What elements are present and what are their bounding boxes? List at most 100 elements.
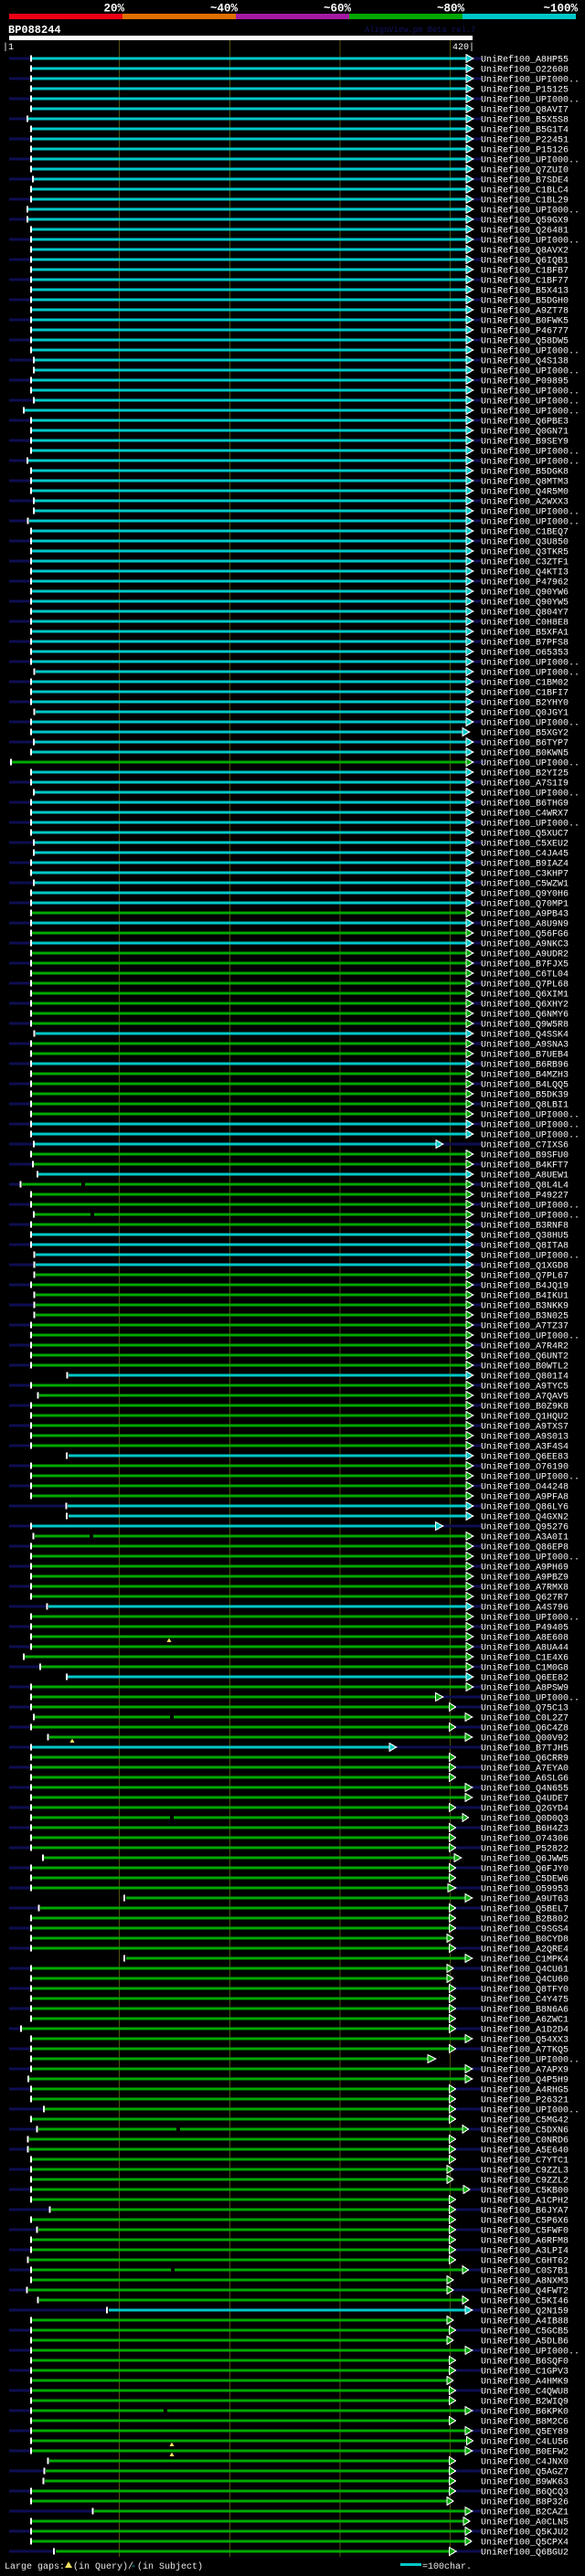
svg-text:UniRef100_O65353: UniRef100_O65353: [481, 648, 569, 659]
svg-text:UniRef100_A7TKQ5: UniRef100_A7TKQ5: [481, 2045, 569, 2056]
svg-text:(in Query)/: (in Query)/: [73, 2561, 133, 2572]
svg-text:UniRef100_Q3U850: UniRef100_Q3U850: [481, 537, 569, 548]
svg-text:UniRef100_B9SFU0: UniRef100_B9SFU0: [481, 1150, 569, 1161]
svg-text:UniRef100_UPI000..: UniRef100_UPI000..: [481, 1130, 580, 1141]
svg-text:UniRef100_B6SQF0: UniRef100_B6SQF0: [481, 2357, 569, 2368]
svg-text:UniRef100_B6RB96: UniRef100_B6RB96: [481, 1060, 569, 1071]
svg-text:UniRef100_A7QAV5: UniRef100_A7QAV5: [481, 1392, 569, 1403]
svg-text:UniRef100_B7UEB4: UniRef100_B7UEB4: [481, 1050, 569, 1061]
svg-text:UniRef100_UPI000..: UniRef100_UPI000..: [481, 95, 580, 106]
svg-text:UniRef100_C4JNX0: UniRef100_C4JNX0: [481, 2457, 569, 2468]
svg-text:UniRef100_Q59GX9: UniRef100_Q59GX9: [481, 216, 569, 227]
svg-text:UniRef100_Q6IQB1: UniRef100_Q6IQB1: [481, 256, 569, 267]
svg-text:UniRef100_A6ZWC1: UniRef100_A6ZWC1: [481, 2015, 569, 2026]
svg-text:UniRef100_Q6C4Z8: UniRef100_Q6C4Z8: [481, 1723, 569, 1734]
svg-text:UniRef100_B9SEY9: UniRef100_B9SEY9: [481, 437, 569, 448]
svg-text:UniRef100_P47962: UniRef100_P47962: [481, 578, 569, 588]
svg-text:~40%: ~40%: [210, 3, 239, 16]
svg-text:UniRef100_Q5XUC7: UniRef100_Q5XUC7: [481, 829, 569, 840]
svg-text:|1: |1: [3, 42, 14, 53]
svg-text:UniRef100_C5MG42: UniRef100_C5MG42: [481, 2115, 569, 2126]
svg-text:UniRef100_B6QCQ3: UniRef100_B6QCQ3: [481, 2487, 569, 2498]
svg-text:UniRef100_A4IB88: UniRef100_A4IB88: [481, 2316, 569, 2327]
svg-text:UniRef100_UPI000..: UniRef100_UPI000..: [481, 447, 580, 458]
svg-text:UniRef100_C3KHP7: UniRef100_C3KHP7: [481, 869, 569, 880]
svg-text:UniRef100_B5XGY2: UniRef100_B5XGY2: [481, 728, 569, 739]
svg-text:UniRef100_A7R4R2: UniRef100_A7R4R2: [481, 1341, 569, 1352]
svg-text:UniRef100_Q8LBI1: UniRef100_Q8LBI1: [481, 1100, 569, 1111]
svg-text:~80%: ~80%: [437, 3, 465, 16]
svg-text:UniRef100_UPI000..: UniRef100_UPI000..: [481, 1251, 580, 1262]
svg-text:UniRef100_Q90YW5: UniRef100_Q90YW5: [481, 598, 569, 609]
svg-text:UniRef100_UPI000..: UniRef100_UPI000..: [481, 2055, 580, 2066]
svg-text:UniRef100_B6THG9: UniRef100_B6THG9: [481, 799, 569, 810]
svg-text:UniRef100_Q5CPX4: UniRef100_Q5CPX4: [481, 2538, 569, 2549]
svg-text:UniRef100_B4IKU1: UniRef100_B4IKU1: [481, 1291, 569, 1302]
svg-text:UniRef100_C9ZZL2: UniRef100_C9ZZL2: [481, 2176, 569, 2187]
svg-text:UniRef100_B8N6A6: UniRef100_B8N6A6: [481, 2005, 569, 2016]
svg-text:UniRef100_B5X5S8: UniRef100_B5X5S8: [481, 115, 569, 126]
svg-text:UniRef100_C0L2Z7: UniRef100_C0L2Z7: [481, 1713, 569, 1724]
svg-text:UniRef100_Q7ZUI0: UniRef100_Q7ZUI0: [481, 165, 569, 176]
svg-text:UniRef100_Q4R5M0: UniRef100_Q4R5M0: [481, 487, 569, 498]
svg-text:UniRef100_A8E608: UniRef100_A8E608: [481, 1633, 569, 1644]
svg-text:UniRef100_Q6CRR9: UniRef100_Q6CRR9: [481, 1754, 569, 1765]
svg-text:UniRef100_C9ZZL3: UniRef100_C9ZZL3: [481, 2166, 569, 2177]
svg-text:UniRef100_Q6JWW5: UniRef100_Q6JWW5: [481, 1854, 569, 1865]
svg-text:UniRef100_B8P326: UniRef100_B8P326: [481, 2497, 569, 2508]
svg-text:~100%: ~100%: [543, 3, 578, 16]
svg-text:UniRef100_Q5BEL7: UniRef100_Q5BEL7: [481, 1904, 569, 1915]
svg-text:UniRef100_C5GCB5: UniRef100_C5GCB5: [481, 2327, 569, 2337]
svg-text:UniRef100_UPI000..: UniRef100_UPI000..: [481, 668, 580, 679]
svg-text:UniRef100_B6H4Z3: UniRef100_B6H4Z3: [481, 1824, 569, 1835]
svg-text:UniRef100_C4Y475: UniRef100_C4Y475: [481, 1995, 569, 2006]
svg-text:UniRef100_Q4UDE7: UniRef100_Q4UDE7: [481, 1794, 569, 1805]
svg-text:UniRef100_P09895: UniRef100_P09895: [481, 376, 569, 387]
svg-text:UniRef100_A2WXX3: UniRef100_A2WXX3: [481, 497, 569, 508]
svg-text:UniRef100_Q00V92: UniRef100_Q00V92: [481, 1733, 569, 1744]
svg-text:UniRef100_A9ZT78: UniRef100_A9ZT78: [481, 306, 569, 317]
svg-text:UniRef100_A8HP55: UniRef100_A8HP55: [481, 55, 569, 66]
svg-text:UniRef100_A8PSW9: UniRef100_A8PSW9: [481, 1683, 569, 1694]
svg-text:UniRef100_UPI000..: UniRef100_UPI000..: [481, 658, 580, 669]
svg-text:UniRef100_UPI000..: UniRef100_UPI000..: [481, 507, 580, 518]
svg-text:UniRef100_C0H8E8: UniRef100_C0H8E8: [481, 618, 569, 629]
svg-text:UniRef100_A5DLB6: UniRef100_A5DLB6: [481, 2337, 569, 2348]
svg-text:UniRef100_B7FJX5: UniRef100_B7FJX5: [481, 959, 569, 970]
svg-text:UniRef100_Q6BGU2: UniRef100_Q6BGU2: [481, 2548, 569, 2559]
svg-text:UniRef100_C0S7B1: UniRef100_C0S7B1: [481, 2266, 569, 2277]
svg-text:UniRef100_B0KWN5: UniRef100_B0KWN5: [481, 748, 569, 759]
svg-text:UniRef100_Q95276: UniRef100_Q95276: [481, 1522, 569, 1533]
svg-text:UniRef100_P49227: UniRef100_P49227: [481, 1191, 569, 1202]
svg-text:UniRef100_UPI000..: UniRef100_UPI000..: [481, 457, 580, 468]
svg-text:UniRef100_UPI000..: UniRef100_UPI000..: [481, 397, 580, 408]
svg-text:(in Subject): (in Subject): [137, 2561, 203, 2572]
svg-text:UniRef100_C4WRX7: UniRef100_C4WRX7: [481, 809, 569, 820]
svg-text:UniRef100_B6KPK0: UniRef100_B6KPK0: [481, 2407, 569, 2418]
svg-text:UniRef100_UPI000..: UniRef100_UPI000..: [481, 819, 580, 830]
svg-text:UniRef100_UPI000..: UniRef100_UPI000..: [481, 155, 580, 166]
svg-text:UniRef100_P22451: UniRef100_P22451: [481, 135, 569, 146]
svg-text:UniRef100_Q4SSK4: UniRef100_Q4SSK4: [481, 1030, 569, 1041]
svg-text:UniRef100_C4QWU8: UniRef100_C4QWU8: [481, 2387, 569, 2398]
svg-text:UniRef100_Q8L4L4: UniRef100_Q8L4L4: [481, 1181, 569, 1192]
svg-text:UniRef100_A3A0I1: UniRef100_A3A0I1: [481, 1532, 569, 1543]
svg-text:UniRef100_B0Z9K8: UniRef100_B0Z9K8: [481, 1402, 569, 1413]
svg-text:UniRef100_Q6NMY6: UniRef100_Q6NMY6: [481, 1010, 569, 1021]
svg-text:UniRef100_C1BL29: UniRef100_C1BL29: [481, 196, 569, 207]
svg-text:UniRef100_Q5KJU2: UniRef100_Q5KJU2: [481, 2528, 569, 2539]
svg-text:UniRef100_C9SGS4: UniRef100_C9SGS4: [481, 1924, 569, 1935]
svg-text:UniRef100_B9WK63: UniRef100_B9WK63: [481, 2477, 569, 2488]
svg-text:-: -: [131, 2562, 136, 2572]
svg-text:UniRef100_A7EYA0: UniRef100_A7EYA0: [481, 1764, 569, 1775]
svg-text:UniRef100_A7TZ37: UniRef100_A7TZ37: [481, 1321, 569, 1332]
svg-text:UniRef100_P15125: UniRef100_P15125: [481, 85, 569, 96]
svg-text:UniRef100_UPI000..: UniRef100_UPI000..: [481, 75, 580, 86]
svg-text:UniRef100_C6TL04: UniRef100_C6TL04: [481, 970, 569, 981]
svg-text:UniRef100_A3LPI4: UniRef100_A3LPI4: [481, 2246, 569, 2257]
svg-text:UniRef100_UPI000..: UniRef100_UPI000..: [481, 1120, 580, 1131]
svg-text:420|: 420|: [452, 42, 474, 53]
svg-text:UniRef100_C6HT62: UniRef100_C6HT62: [481, 2256, 569, 2267]
svg-text:UniRef100_C1BLC4: UniRef100_C1BLC4: [481, 186, 569, 196]
svg-text:UniRef100_C1E4X6: UniRef100_C1E4X6: [481, 1653, 569, 1664]
